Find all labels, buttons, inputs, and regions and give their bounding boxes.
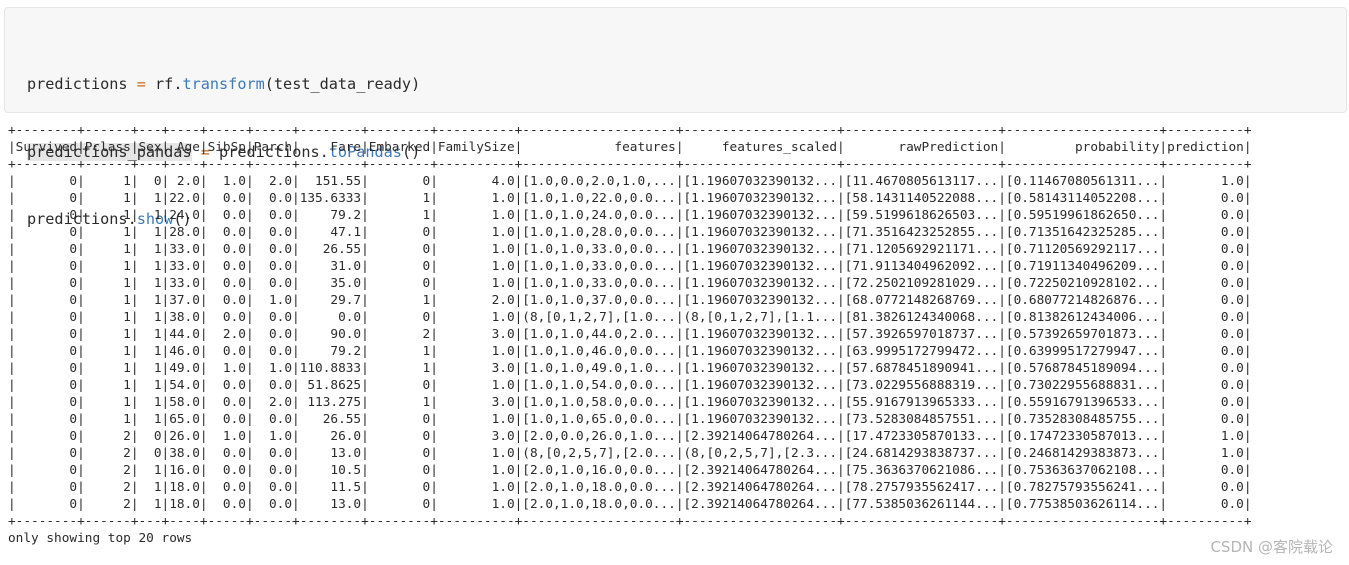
cell-output: +--------+------+---+----+-----+-----+--… — [8, 122, 1252, 547]
table-row: | 0| 2| 1|18.0| 0.0| 0.0| 11.5| 0| 1.0|[… — [8, 480, 1252, 495]
table-row: | 0| 1| 1|44.0| 2.0| 0.0| 90.0| 2| 3.0|[… — [8, 327, 1252, 342]
table-row: | 0| 1| 1|58.0| 0.0| 2.0| 113.275| 1| 3.… — [8, 395, 1252, 410]
table-row: | 0| 1| 1|65.0| 0.0| 0.0| 26.55| 0| 1.0|… — [8, 412, 1252, 427]
code-token: rf. — [145, 75, 183, 93]
table-bottom-border: +--------+------+---+----+-----+-----+--… — [8, 514, 1252, 529]
table-row: | 0| 1| 0| 2.0| 1.0| 2.0| 151.55| 0| 4.0… — [8, 174, 1252, 189]
table-row: | 0| 1| 1|46.0| 0.0| 0.0| 79.2| 1| 1.0|[… — [8, 344, 1252, 359]
code-token: transform — [182, 75, 265, 93]
table-top-border: +--------+------+---+----+-----+-----+--… — [8, 123, 1252, 138]
table-row: | 0| 1| 1|37.0| 0.0| 1.0| 29.7| 1| 2.0|[… — [8, 293, 1252, 308]
table-row: | 0| 1| 1|33.0| 0.0| 0.0| 26.55| 0| 1.0|… — [8, 242, 1252, 257]
table-row: | 0| 1| 1|54.0| 0.0| 0.0| 51.8625| 0| 1.… — [8, 378, 1252, 393]
table-row: | 0| 2| 0|38.0| 0.0| 0.0| 13.0| 0| 1.0|(… — [8, 446, 1252, 461]
table-row: | 0| 1| 1|33.0| 0.0| 0.0| 35.0| 0| 1.0|[… — [8, 276, 1252, 291]
table-header-row: |Survived|Pclass|Sex| Age|SibSp|Parch| F… — [8, 140, 1252, 155]
table-row: | 0| 2| 1|18.0| 0.0| 0.0| 13.0| 0| 1.0|[… — [8, 497, 1252, 512]
table-row: | 0| 1| 1|24.0| 0.0| 0.0| 79.2| 1| 1.0|[… — [8, 208, 1252, 223]
code-token: (test_data_ready) — [264, 75, 421, 93]
table-body: | 0| 1| 0| 2.0| 1.0| 2.0| 151.55| 0| 4.0… — [8, 173, 1252, 513]
table-row: | 0| 1| 1|38.0| 0.0| 0.0| 0.0| 0| 1.0|(8… — [8, 310, 1252, 325]
code-token: predictions — [27, 75, 137, 93]
code-cell[interactable]: predictions = rf.transform(test_data_rea… — [4, 7, 1347, 228]
code-line-1: predictions = rf.transform(test_data_rea… — [27, 73, 420, 96]
table-row: | 0| 2| 1|16.0| 0.0| 0.0| 10.5| 0| 1.0|[… — [8, 463, 1252, 478]
table-row: | 0| 1| 1|22.0| 0.0| 0.0|135.6333| 1| 1.… — [8, 191, 1252, 206]
table-header-border: +--------+------+---+----+-----+-----+--… — [8, 157, 1252, 172]
watermark: CSDN @客院载论 — [1210, 538, 1333, 556]
table-row: | 0| 1| 1|49.0| 1.0| 1.0|110.8833| 1| 3.… — [8, 361, 1252, 376]
table-row: | 0| 2| 0|26.0| 1.0| 1.0| 26.0| 0| 3.0|[… — [8, 429, 1252, 444]
rows-note: only showing top 20 rows — [8, 531, 193, 546]
table-row: | 0| 1| 1|28.0| 0.0| 0.0| 47.1| 0| 1.0|[… — [8, 225, 1252, 240]
code-token: = — [136, 75, 146, 93]
table-row: | 0| 1| 1|33.0| 0.0| 0.0| 31.0| 0| 1.0|[… — [8, 259, 1252, 274]
